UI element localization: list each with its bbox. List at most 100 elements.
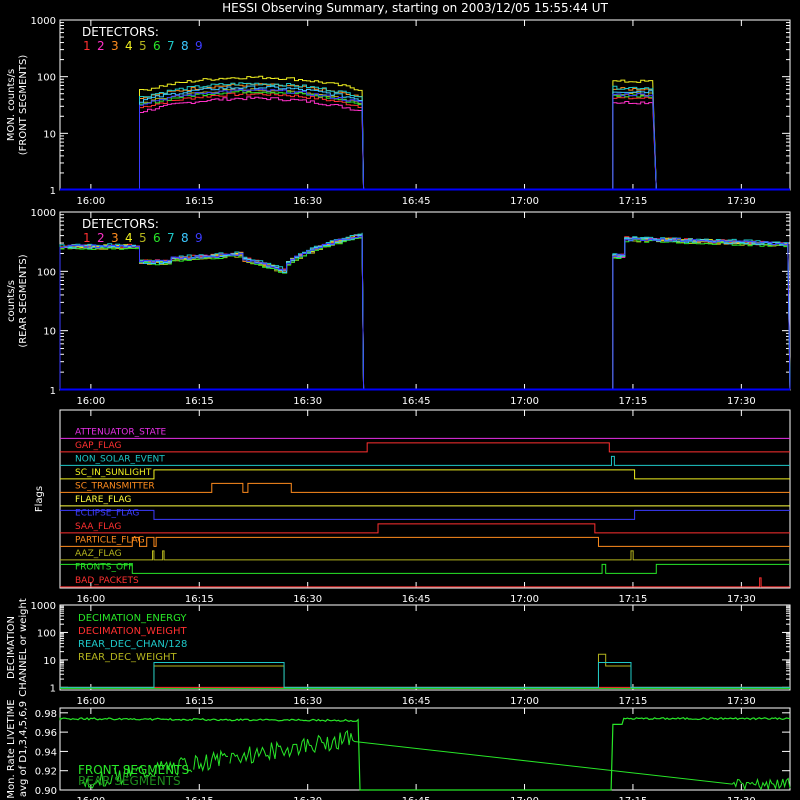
legend-item: 3 [111,231,119,245]
series-det-1 [59,233,791,390]
y-axis-label: MON. counts/s [6,69,17,141]
y-tick-label: 1 [50,683,56,694]
flag-trace [60,442,790,453]
series-det-7 [59,232,791,390]
series-det-4 [59,233,791,390]
legend-item: 8 [181,39,189,53]
legend-item: 7 [167,39,175,53]
series-det-8 [59,234,791,390]
x-tick-label: 16:15 [185,594,214,605]
y-axis-label: (REAR SEGMENTS) [18,254,29,347]
y-tick-label: 0.98 [35,709,57,720]
x-tick-label: 17:30 [727,196,756,207]
legend-item: 6 [153,39,161,53]
x-tick-label: 16:15 [185,196,214,207]
flag-label: NON_SOLAR_EVENT [75,454,165,464]
x-tick-label: 17:30 [727,594,756,605]
series-det-5 [60,88,790,190]
x-tick-label: 16:30 [293,696,322,707]
legend-item: 9 [195,39,203,53]
y-axis-label: Mon. Rate LIVETIME [6,699,17,798]
legend-item: 9 [195,231,203,245]
y-tick-label: 10 [43,656,56,667]
x-tick-label: 16:30 [293,396,322,407]
x-tick-label: 17:00 [510,196,539,207]
series-det-2 [59,235,791,390]
legend-title: DETECTORS: [82,25,159,39]
flag-label: SAA_FLAG [75,522,121,532]
y-tick-label: 100 [37,73,56,84]
x-tick-label: 17:15 [619,796,648,800]
legend-item: REAR_DEC_CHAN/128 [78,639,187,650]
y-tick-label: 0.96 [35,728,57,739]
legend-item: 5 [139,39,147,53]
flag-trace [60,469,790,480]
flag-trace [60,523,790,534]
legend-item: 3 [111,39,119,53]
y-axis-label: counts/s [6,280,17,322]
flag-label: SC_TRANSMITTER [75,481,155,491]
y-tick-label: 1 [50,186,56,197]
flag-trace [60,550,790,561]
flag-label: ATTENUATOR_STATE [75,427,167,437]
x-tick-label: 16:00 [76,796,105,800]
x-tick-label: 17:15 [619,196,648,207]
x-tick-label: 16:15 [185,396,214,407]
x-tick-label: 16:00 [76,594,105,605]
legend-item: 4 [125,231,133,245]
y-tick-label: 1000 [31,601,56,612]
x-tick-label: 16:15 [185,796,214,800]
y-tick-label: 10 [43,129,56,140]
x-tick-label: 17:00 [510,696,539,707]
series-det-3 [59,235,791,390]
series-livetime-rear [81,729,791,791]
x-tick-label: 16:00 [76,196,105,207]
legend-item: 1 [83,231,91,245]
flag-trace [60,563,790,574]
x-tick-label: 16:15 [185,696,214,707]
legend-item: DECIMATION_WEIGHT [78,626,187,637]
y-axis-label: DECIMATION [6,616,17,679]
x-tick-label: 16:45 [402,796,431,800]
y-tick-label: 0.92 [35,767,57,778]
page-title: HESSI Observing Summary, starting on 200… [222,1,608,15]
flag-trace [60,455,790,466]
x-tick-label: 17:15 [619,396,648,407]
x-tick-label: 17:15 [619,696,648,707]
y-tick-label: 0.90 [35,786,57,797]
series-det-5 [59,235,791,390]
legend-item: 8 [181,231,189,245]
y-axis-label: CHANNEL or weight [18,598,29,697]
x-tick-label: 16:45 [402,696,431,707]
y-tick-label: 1 [50,386,56,397]
y-axis-label: (FRONT SEGMENTS) [18,55,29,156]
series-det-4 [60,75,790,190]
x-tick-label: 17:00 [510,796,539,800]
series-det-9 [59,234,791,390]
legend-title: DETECTORS: [82,217,159,231]
x-tick-label: 17:30 [727,696,756,707]
legend-item: 6 [153,231,161,245]
x-tick-label: 17:00 [510,396,539,407]
legend-item: 2 [97,231,105,245]
y-tick-label: 1000 [31,16,56,27]
flag-label: GAP_FLAG [75,441,121,451]
x-tick-label: 16:00 [76,696,105,707]
legend-item: DECIMATION_ENERGY [78,613,187,624]
y-tick-label: 0.94 [35,747,57,758]
flag-trace [60,577,790,588]
series-det-7 [60,82,790,190]
series-det-3 [60,83,790,190]
x-tick-label: 16:45 [402,594,431,605]
x-tick-label: 16:45 [402,196,431,207]
flag-label: BAD_PACKETS [75,576,139,586]
legend-item: 5 [139,231,147,245]
x-tick-label: 16:30 [293,196,322,207]
hessi-summary-figure: HESSI Observing Summary, starting on 200… [6,1,791,800]
legend-item: 7 [167,231,175,245]
flag-trace [60,482,790,493]
x-tick-label: 16:30 [293,594,322,605]
y-axis-label: Flags [34,486,45,512]
x-tick-label: 17:30 [727,796,756,800]
x-tick-label: 16:30 [293,796,322,800]
